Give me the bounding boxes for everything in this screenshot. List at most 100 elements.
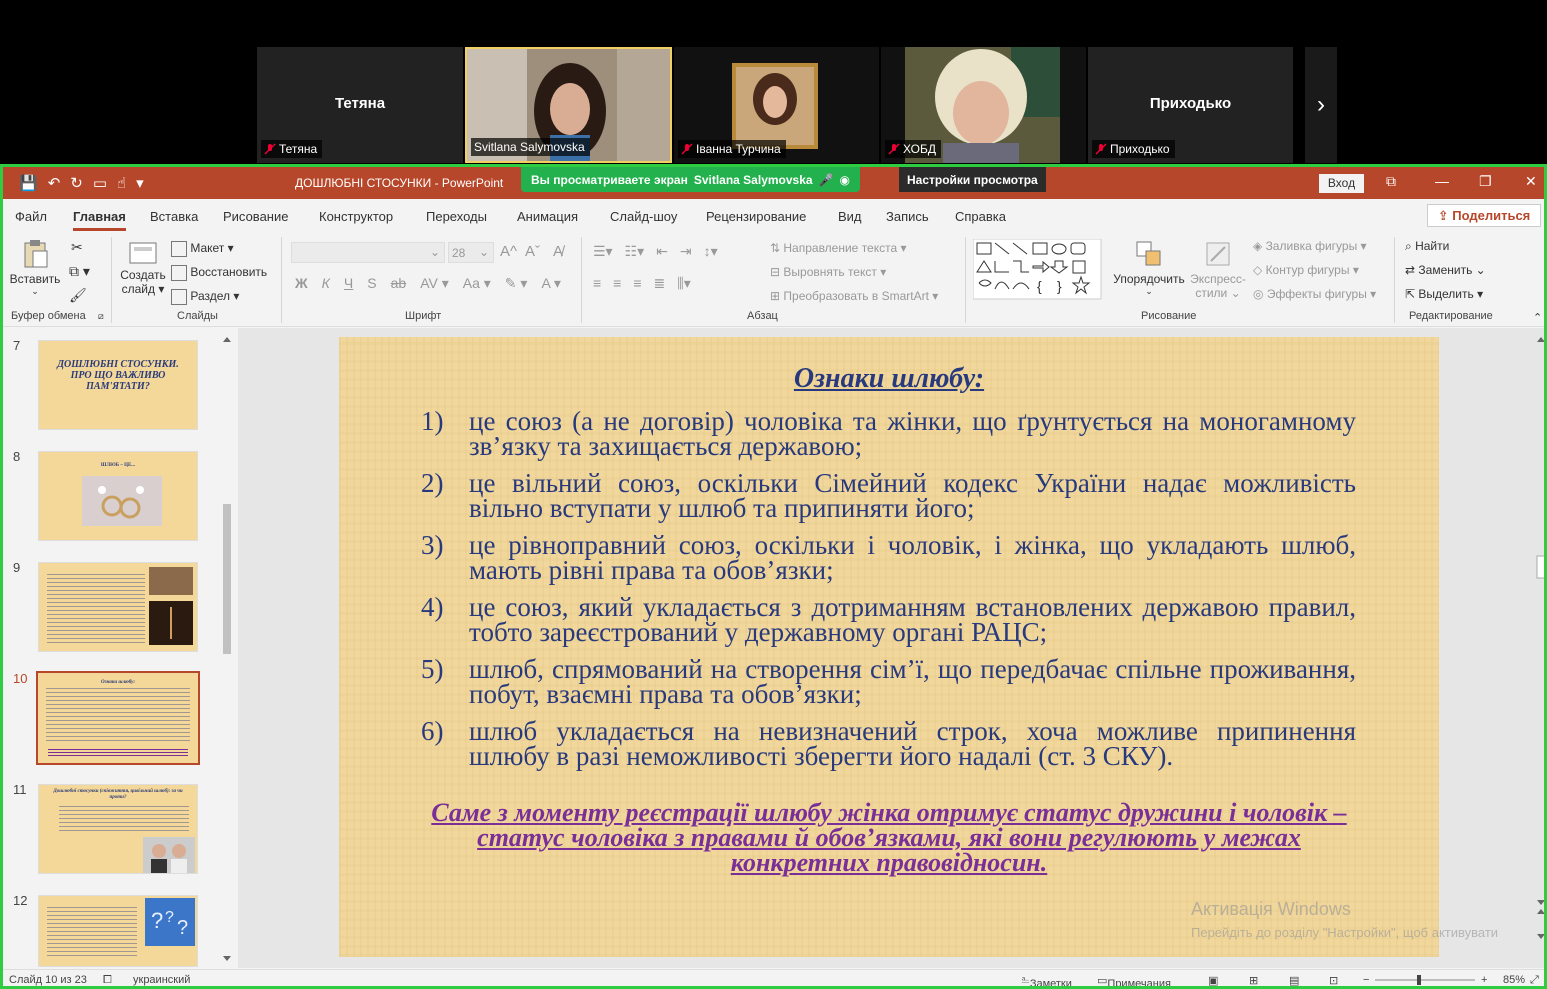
smartart-button[interactable]: ⊞ Преобразовать в SmartArt ▾ xyxy=(770,289,938,303)
restore-icon[interactable]: ❐ xyxy=(1479,173,1492,190)
slide-thumbnail-11[interactable]: Дошлюбні стосунки (співжиття, цивільний … xyxy=(38,784,198,874)
slideshow-view-icon[interactable]: ⊡ xyxy=(1329,974,1338,986)
customize-toolbar-icon[interactable]: ▾ xyxy=(136,174,144,192)
replace-button[interactable]: ⇄ Заменить ⌄ xyxy=(1405,263,1486,277)
tab-home[interactable]: Главная xyxy=(73,209,126,231)
tab-transitions[interactable]: Переходы xyxy=(426,209,487,224)
participant-tile[interactable]: Приходько Приходько xyxy=(1088,47,1293,163)
share-button[interactable]: ⇪ Поделиться xyxy=(1427,204,1541,227)
select-button[interactable]: ⇱ Выделить ▾ xyxy=(1405,287,1483,301)
justify-icon[interactable]: ≣ xyxy=(654,275,666,292)
shape-outline-label: Контур фигуры xyxy=(1265,263,1350,277)
tab-record[interactable]: Запись xyxy=(886,209,929,224)
reset-button[interactable]: Восстановить xyxy=(171,265,267,281)
italic-icon[interactable]: К xyxy=(322,275,330,292)
ribbon-display-icon[interactable]: ⧉ xyxy=(1386,173,1396,190)
underline-icon[interactable]: Ч xyxy=(344,275,353,292)
tab-design[interactable]: Конструктор xyxy=(319,209,393,224)
increase-indent-icon[interactable]: ⇥ xyxy=(680,243,692,260)
font-name-select[interactable]: ⌄ xyxy=(291,242,445,263)
new-slide-button[interactable]: Создать слайд ▾ xyxy=(118,239,168,296)
layout-button[interactable]: Макет ▾ xyxy=(171,241,234,257)
shape-fill-button[interactable]: ◈ Заливка фигуры ▾ xyxy=(1253,239,1367,253)
arrange-button[interactable]: Упорядочить ⌄ xyxy=(1111,239,1187,297)
highlight-icon[interactable]: ✎ ▾ xyxy=(505,275,528,292)
language-indicator[interactable]: украинский xyxy=(133,974,190,986)
thumbnails-scrollbar[interactable] xyxy=(219,334,235,964)
dialog-launcher-icon[interactable]: ⧄ xyxy=(98,311,104,322)
tab-file[interactable]: Файл xyxy=(15,209,47,224)
bullets-icon[interactable]: ☰▾ xyxy=(593,243,613,260)
tab-review[interactable]: Рецензирование xyxy=(706,209,806,224)
increase-font-icon[interactable]: A^ xyxy=(500,243,517,260)
participant-tile-active[interactable]: Svitlana Salymovska xyxy=(465,47,672,163)
font-color-icon[interactable]: A ▾ xyxy=(541,275,560,292)
shadow-icon[interactable]: S xyxy=(367,275,376,292)
align-center-icon[interactable]: ≡ xyxy=(613,275,621,292)
align-text-button[interactable]: ⊟ Выровнять текст ▾ xyxy=(770,265,886,279)
slide-thumbnail-12[interactable]: ??? xyxy=(38,895,198,967)
notes-button[interactable]: ⎁ Заметки xyxy=(1021,974,1072,986)
paste-button[interactable]: Вставить ⌄ xyxy=(9,239,61,297)
cut-icon[interactable]: ✂ xyxy=(71,239,83,256)
slide-thumbnail-8[interactable]: ШЛЮБ – ЦЕ... xyxy=(38,451,198,541)
tab-slideshow[interactable]: Слайд-шоу xyxy=(610,209,677,224)
section-button[interactable]: Раздел ▾ xyxy=(171,289,239,305)
numbering-icon[interactable]: ☷▾ xyxy=(625,243,645,260)
normal-view-icon[interactable]: ▣ xyxy=(1208,974,1218,986)
text-direction-button[interactable]: ⇅ Направление текста ▾ xyxy=(770,241,907,255)
close-icon[interactable]: ✕ xyxy=(1525,173,1537,190)
font-size-select[interactable]: 28 ⌄ xyxy=(448,242,494,263)
participant-tile[interactable]: Тетяна Тетяна xyxy=(257,47,463,163)
slide-sorter-icon[interactable]: ⊞ xyxy=(1249,974,1258,986)
participant-tile[interactable]: Іванна Турчина xyxy=(674,47,879,163)
next-page-chevron-icon[interactable]: › xyxy=(1305,47,1337,163)
tab-animations[interactable]: Анимация xyxy=(517,209,578,224)
find-button[interactable]: ⌕ Найти xyxy=(1405,239,1449,254)
shapes-gallery[interactable]: { } xyxy=(973,239,1103,301)
change-case-icon[interactable]: Aa ▾ xyxy=(463,275,491,292)
collapse-ribbon-icon[interactable]: ⌃ xyxy=(1533,311,1542,324)
slide-thumbnail-10-selected[interactable]: Ознаки шлюбу: xyxy=(36,671,200,765)
current-slide[interactable]: Ознаки шлюбу: 1) це союз (а не договір) … xyxy=(339,337,1439,957)
zoom-slider[interactable] xyxy=(1375,974,1475,986)
zoom-out-icon[interactable]: − xyxy=(1363,974,1369,986)
decrease-font-icon[interactable]: Aˇ xyxy=(525,243,540,260)
slide-thumbnail-7[interactable]: ДОШЛЮБНІ СТОСУНКИ. ПРО ЩО ВАЖЛИВО ПАМ'ЯТ… xyxy=(38,340,198,430)
present-icon[interactable]: ▭ xyxy=(93,174,107,192)
bold-icon[interactable]: Ж xyxy=(295,275,308,292)
clear-formatting-icon[interactable]: A̸ xyxy=(553,243,563,260)
save-icon[interactable]: 💾 xyxy=(19,174,38,192)
touch-mode-icon[interactable]: ☝ xyxy=(117,174,126,192)
line-spacing-icon[interactable]: ↕▾ xyxy=(704,243,718,260)
minimize-icon[interactable]: — xyxy=(1435,173,1449,189)
slide-thumbnail-9[interactable] xyxy=(38,562,198,652)
strikethrough-icon[interactable]: ab xyxy=(391,275,407,292)
tab-help[interactable]: Справка xyxy=(955,209,1006,224)
char-spacing-icon[interactable]: AV ▾ xyxy=(420,275,449,292)
reading-view-icon[interactable]: ▤ xyxy=(1289,974,1299,986)
shape-outline-button[interactable]: ◇ Контур фигуры ▾ xyxy=(1253,263,1359,277)
zoom-in-icon[interactable]: + xyxy=(1481,974,1487,986)
copy-icon[interactable]: ⧉ ▾ xyxy=(69,263,90,280)
columns-icon[interactable]: ⫼▾ xyxy=(677,275,690,292)
align-left-icon[interactable]: ≡ xyxy=(593,275,601,292)
editor-scrollbar[interactable] xyxy=(1535,334,1547,960)
quick-styles-button[interactable]: Экспресс- стили ⌄ xyxy=(1189,239,1247,300)
comments-button[interactable]: ▭ Примечания xyxy=(1097,974,1171,986)
decrease-indent-icon[interactable]: ⇤ xyxy=(656,243,668,260)
tab-insert[interactable]: Вставка xyxy=(150,209,198,224)
undo-icon[interactable]: ↶ xyxy=(48,174,61,192)
shape-effects-button[interactable]: ◎ Эффекты фигуры ▾ xyxy=(1253,287,1376,301)
view-options-button[interactable]: Настройки просмотра xyxy=(899,167,1046,192)
format-painter-icon[interactable]: 🖌 xyxy=(69,287,87,304)
fit-slide-icon[interactable]: ⤢ xyxy=(1530,974,1539,986)
accessibility-icon[interactable]: ⧠ xyxy=(103,974,112,986)
participant-tile[interactable]: ХОБД xyxy=(881,47,1086,163)
zoom-level[interactable]: 85% xyxy=(1503,974,1525,986)
align-right-icon[interactable]: ≡ xyxy=(633,275,641,292)
sign-in-button[interactable]: Вход xyxy=(1319,174,1364,193)
tab-view[interactable]: Вид xyxy=(838,209,862,224)
tab-draw[interactable]: Рисование xyxy=(223,209,288,224)
redo-icon[interactable]: ↻ xyxy=(70,174,83,192)
